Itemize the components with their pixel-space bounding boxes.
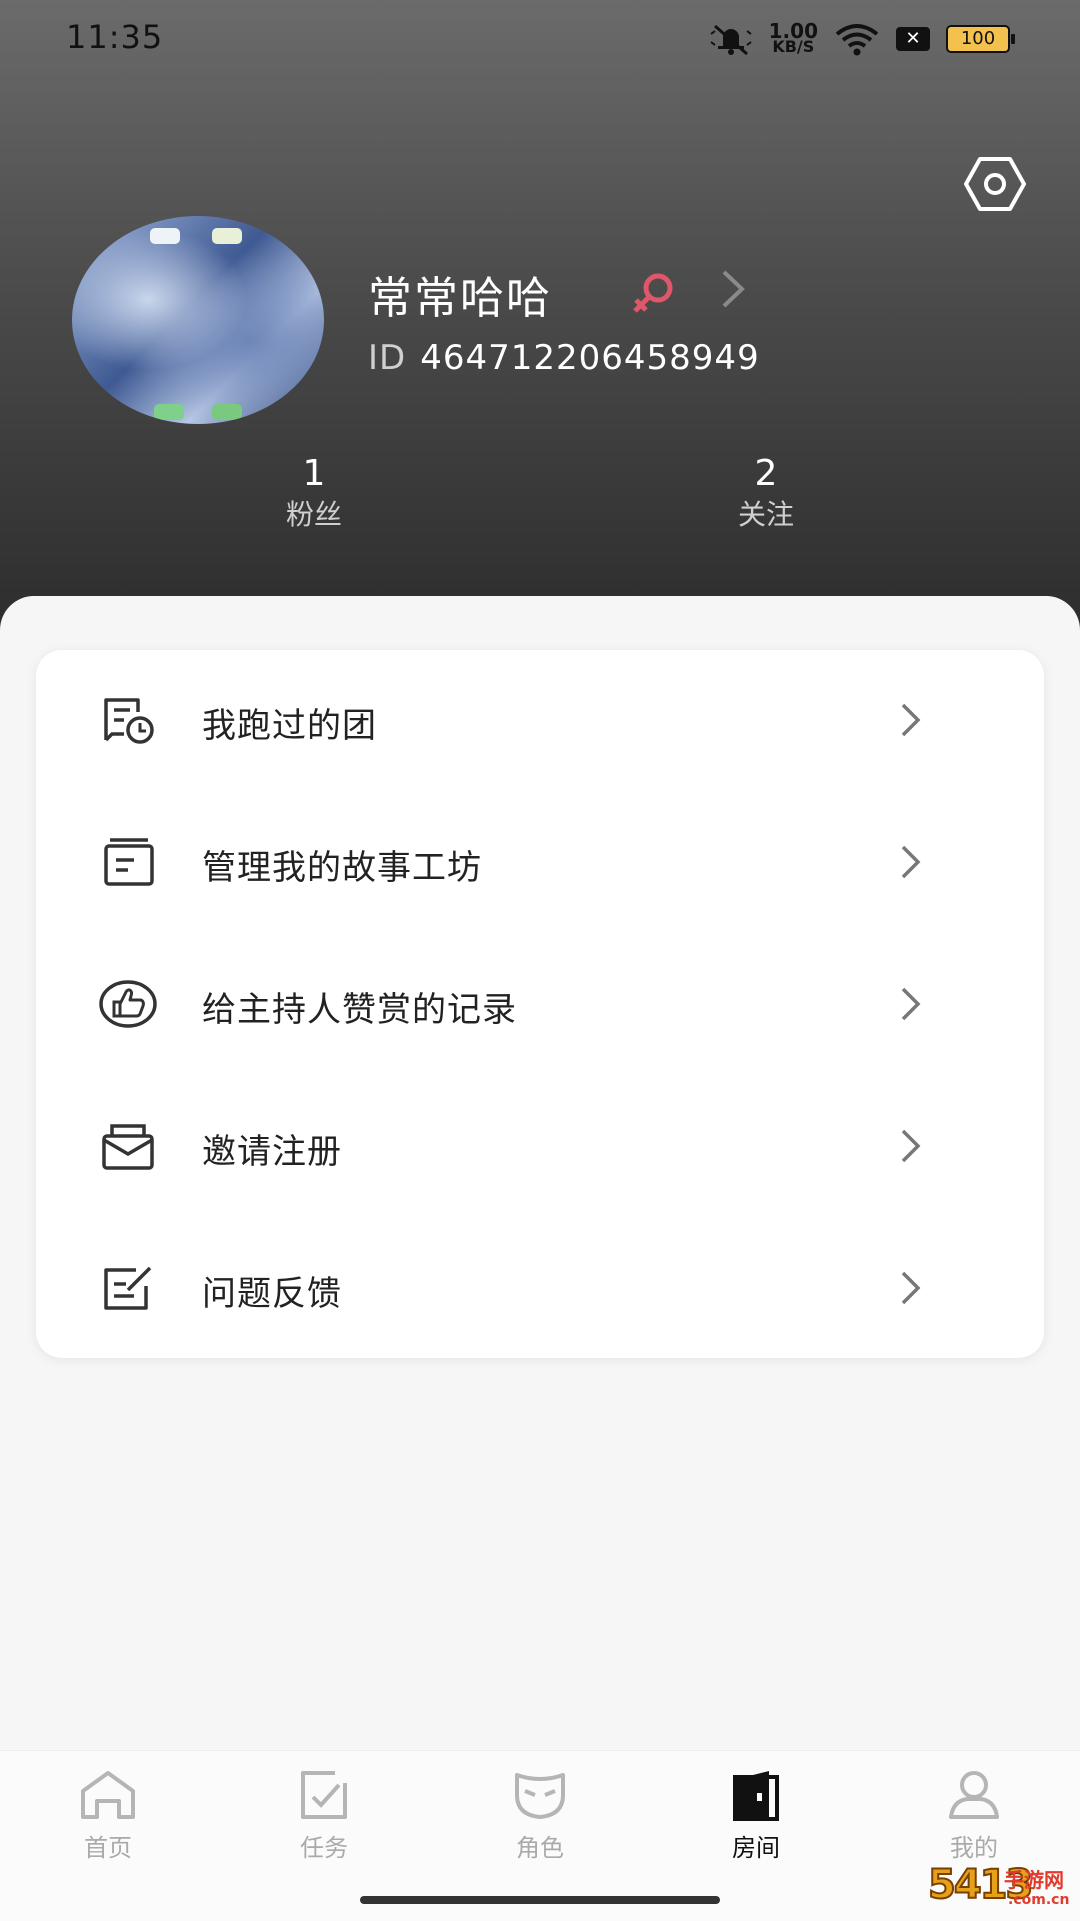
chevron-right-icon xyxy=(901,987,921,1021)
nav-label: 我的 xyxy=(950,1834,998,1862)
status-icons: 1.00 KB/S ✕ 100 xyxy=(709,21,1015,56)
status-time: 11:35 xyxy=(66,18,164,56)
menu-label: 管理我的故事工坊 xyxy=(202,848,482,888)
menu-item-host-tips[interactable]: 给主持人赞赏的记录 xyxy=(36,934,1044,1074)
net-speed: 1.00 KB/S xyxy=(769,21,818,56)
follow-label: 关注 xyxy=(737,498,794,531)
nav-room[interactable]: 房间 xyxy=(676,1769,836,1863)
avatar-wallpaper-app xyxy=(212,228,242,244)
watermark-domain: .com.cn xyxy=(1008,1892,1070,1908)
menu-label: 问题反馈 xyxy=(202,1274,342,1314)
nav-character[interactable]: 角色 xyxy=(460,1769,620,1863)
fans-label: 粉丝 xyxy=(285,498,342,531)
avatar[interactable] xyxy=(72,216,324,424)
site-watermark: 5413 手游网 .com.cn xyxy=(927,1861,1070,1914)
feedback-edit-icon xyxy=(104,1266,152,1310)
group-history-icon xyxy=(104,698,154,744)
profile-chevron-icon[interactable] xyxy=(716,266,750,312)
nav-label: 任务 xyxy=(300,1834,348,1862)
home-indicator[interactable] xyxy=(360,1896,720,1904)
home-icon xyxy=(81,1771,135,1819)
menu-label: 我跑过的团 xyxy=(202,706,377,746)
user-id: ID 464712206458949 xyxy=(368,338,760,378)
chevron-right-icon xyxy=(901,1271,921,1305)
chevron-right-icon xyxy=(901,703,921,737)
net-speed-unit: KB/S xyxy=(772,37,815,56)
watermark-text: 手游网 xyxy=(1004,1868,1064,1892)
nav-me[interactable]: 我的 xyxy=(894,1769,1054,1863)
fans-count: 1 xyxy=(302,453,326,494)
status-bar: 11:35 1.00 KB/S ✕ 100 xyxy=(0,0,1080,80)
mask-icon xyxy=(515,1773,565,1819)
follow-count: 2 xyxy=(754,453,778,494)
task-icon xyxy=(301,1771,347,1819)
avatar-wallpaper-app xyxy=(212,404,242,420)
menu-label: 给主持人赞赏的记录 xyxy=(202,990,517,1030)
battery-level: 100 xyxy=(960,28,996,49)
story-workshop-icon xyxy=(104,838,154,886)
menu-item-story-workshop[interactable]: 管理我的故事工坊 xyxy=(36,792,1044,932)
mute-bell-icon xyxy=(710,24,752,56)
menu-item-group-history[interactable]: 我跑过的团 xyxy=(36,650,1044,790)
nav-label: 房间 xyxy=(732,1834,780,1862)
avatar-wallpaper-app xyxy=(154,404,184,420)
menu-label: 邀请注册 xyxy=(202,1132,342,1172)
fans-stat[interactable]: 1 粉丝 xyxy=(214,452,414,534)
menu-item-feedback[interactable]: 问题反馈 xyxy=(36,1218,1044,1358)
sim-off-icon: ✕ xyxy=(896,27,930,51)
wifi-icon xyxy=(835,24,879,56)
female-icon xyxy=(633,273,673,313)
nav-label: 角色 xyxy=(516,1834,564,1862)
invite-mail-icon xyxy=(102,1124,154,1170)
nav-home[interactable]: 首页 xyxy=(28,1769,188,1863)
chevron-right-icon xyxy=(901,1129,921,1163)
menu-card: 我跑过的团 管理我的故事工坊 给主持人赞赏的记录 邀请注册 问题反馈 xyxy=(36,650,1044,1358)
battery-icon: 100 xyxy=(946,25,1015,53)
person-icon xyxy=(949,1771,999,1819)
chevron-right-icon xyxy=(901,845,921,879)
avatar-wallpaper-app xyxy=(150,228,180,244)
nav-task[interactable]: 任务 xyxy=(244,1769,404,1863)
thumbs-up-icon xyxy=(99,980,157,1028)
menu-item-invite[interactable]: 邀请注册 xyxy=(36,1076,1044,1216)
user-nickname: 常常哈哈 xyxy=(368,273,552,324)
settings-icon[interactable] xyxy=(964,156,1026,212)
user-id-value: 464712206458949 xyxy=(420,338,760,378)
follow-stat[interactable]: 2 关注 xyxy=(666,452,866,534)
nav-label: 首页 xyxy=(84,1834,132,1862)
door-icon xyxy=(733,1771,779,1821)
user-id-prefix: ID xyxy=(368,338,407,378)
